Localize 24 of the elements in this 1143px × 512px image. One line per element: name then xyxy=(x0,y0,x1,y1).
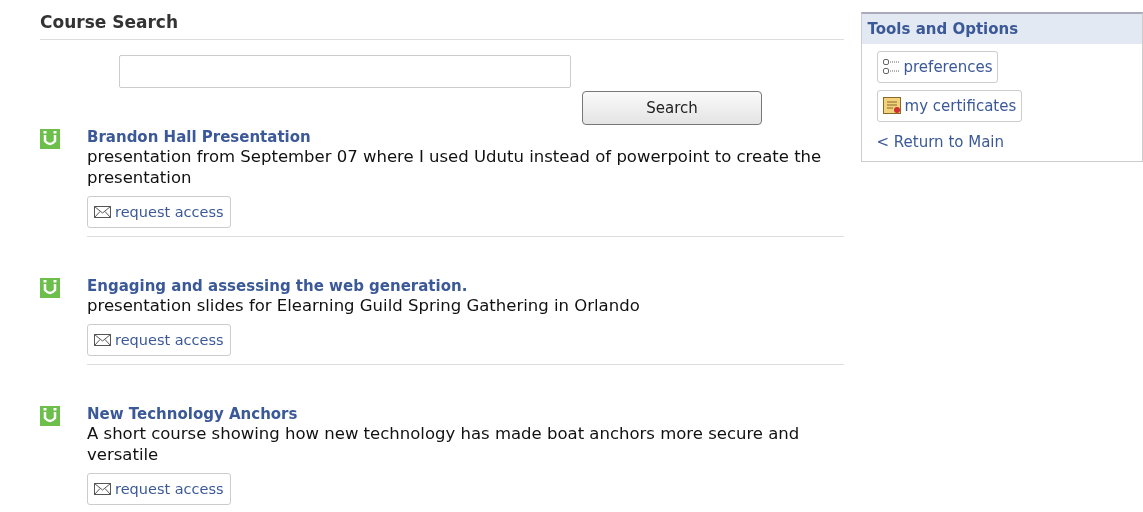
certificates-button[interactable]: my certificates xyxy=(876,90,1023,122)
return-link[interactable]: < Return to Main xyxy=(876,129,1005,151)
request-access-button[interactable]: request access xyxy=(87,324,231,356)
panel-header: Tools and Options xyxy=(861,14,1142,44)
envelope-icon xyxy=(94,483,111,495)
course-title-link[interactable]: Engaging and assessing the web generation. xyxy=(87,277,844,295)
search-button[interactable]: Search xyxy=(582,91,762,125)
envelope-icon xyxy=(94,206,111,218)
course-title-link[interactable]: Brandon Hall Presentation xyxy=(87,128,844,146)
preferences-button[interactable]: preferences xyxy=(876,51,999,83)
course-description: presentation slides for Elearning Guild Spring Gathering in Orlando xyxy=(87,295,641,316)
envelope-icon xyxy=(94,334,111,346)
course-description: presentation from September 07 where I used Udutu instead of powerpoint to create the presentation xyxy=(87,146,822,188)
list-icon xyxy=(882,58,901,76)
logo-icon xyxy=(40,406,60,426)
request-access-button[interactable]: request access xyxy=(87,196,231,228)
course-description: A short course showing how new technology has made boat anchors more secure and versatile xyxy=(87,423,801,465)
certificate-icon xyxy=(882,97,902,115)
logo-icon xyxy=(40,278,60,298)
page-heading: Course Search xyxy=(40,12,844,40)
logo-icon xyxy=(40,129,60,149)
course-title-link[interactable]: New Technology Anchors xyxy=(87,405,844,423)
search-field[interactable] xyxy=(119,55,571,88)
request-access-button[interactable]: request access xyxy=(87,473,231,505)
